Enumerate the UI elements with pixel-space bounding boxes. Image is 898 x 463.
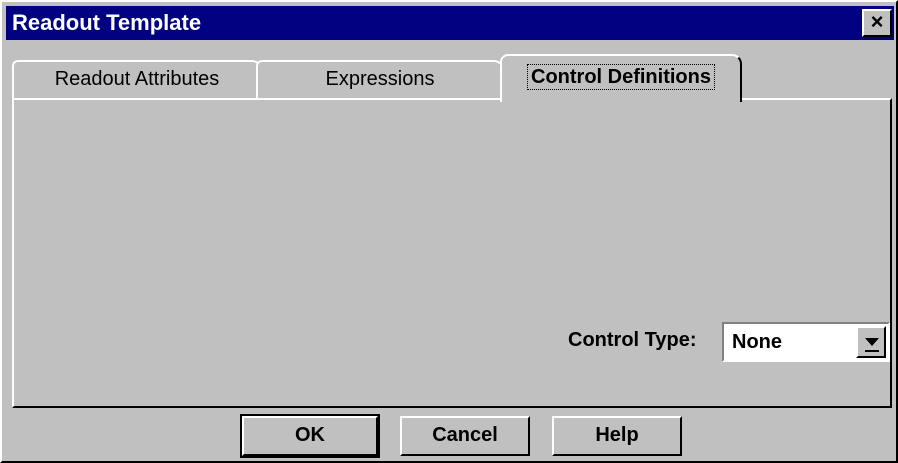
tab-expressions[interactable]: Expressions xyxy=(256,60,504,98)
close-icon: × xyxy=(870,9,884,34)
tab-label: Control Definitions xyxy=(527,64,715,90)
control-type-select[interactable]: None xyxy=(722,322,890,362)
tab-label: Expressions xyxy=(325,68,435,90)
tab-control-definitions[interactable]: Control Definitions xyxy=(500,54,742,102)
dropdown-arrow-icon xyxy=(865,338,879,346)
tab-readout-attributes[interactable]: Readout Attributes xyxy=(12,60,262,98)
ok-button[interactable]: OK xyxy=(240,414,380,458)
title-bar: Readout Template × xyxy=(6,6,894,40)
help-button[interactable]: Help xyxy=(552,416,682,456)
dropdown-bar-icon xyxy=(865,350,879,352)
window-title: Readout Template xyxy=(12,10,202,35)
control-type-value: None xyxy=(732,331,782,353)
close-button[interactable]: × xyxy=(862,9,892,37)
tab-label: Readout Attributes xyxy=(54,68,220,90)
dropdown-button[interactable] xyxy=(856,326,886,358)
readout-template-dialog: Readout Template × Readout Attributes Ex… xyxy=(0,0,898,463)
cancel-button[interactable]: Cancel xyxy=(400,416,530,456)
control-type-label: Control Type: xyxy=(568,329,697,351)
